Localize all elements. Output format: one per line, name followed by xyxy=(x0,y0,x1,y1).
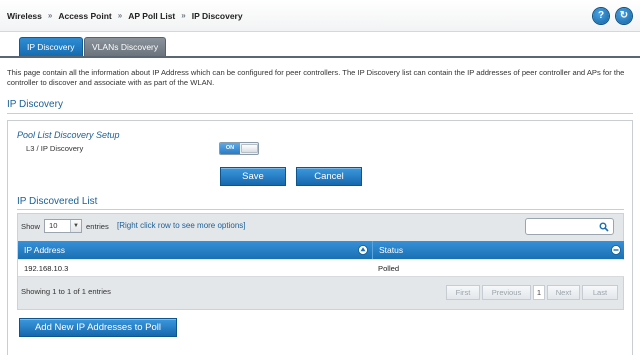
pagination-last-label: Last xyxy=(592,288,608,297)
breadcrumb-item-wireless[interactable]: Wireless xyxy=(7,11,42,21)
tab-bar: IP Discovery VLANs Discovery xyxy=(0,32,640,58)
pagination-next[interactable]: Next xyxy=(547,285,580,300)
table-info: Showing 1 to 1 of 1 entries xyxy=(21,287,111,296)
show-label: Show xyxy=(21,222,40,231)
pagination-previous[interactable]: Previous xyxy=(482,285,531,300)
tab-vlans-discovery[interactable]: VLANs Discovery xyxy=(84,37,167,56)
list-title: IP Discovered List xyxy=(17,196,98,207)
right-click-hint: [Right click row to see more options] xyxy=(117,221,246,230)
cell-status: Polled xyxy=(378,264,400,273)
sort-both-icon[interactable] xyxy=(611,245,621,255)
breadcrumb: Wireless » Access Point » AP Poll List » IP Di… xyxy=(7,10,243,21)
help-icon[interactable]: ? xyxy=(593,8,609,24)
l3-discovery-label: L3 / IP Discovery xyxy=(26,144,84,153)
setup-heading: Pool List Discovery Setup xyxy=(17,130,120,140)
sort-icon[interactable] xyxy=(358,245,368,255)
save-button[interactable]: Save xyxy=(220,167,286,186)
column-ip-address[interactable]: IP Address xyxy=(18,241,372,259)
tab-ip-discovery[interactable]: IP Discovery xyxy=(19,37,83,56)
logout-icon[interactable]: ↻ xyxy=(616,8,632,24)
chevron-down-icon: ▼ xyxy=(70,220,81,232)
pagination-first-label: First xyxy=(455,288,471,297)
breadcrumb-separator: » xyxy=(47,11,53,21)
column-status[interactable]: Status xyxy=(372,241,624,259)
breadcrumb-item-ap-poll-list[interactable]: AP Poll List xyxy=(128,11,175,21)
add-ip-address-button[interactable]: Add New IP Addresses to Poll xyxy=(19,318,177,337)
search-input[interactable] xyxy=(525,218,614,235)
search-icon xyxy=(599,222,609,232)
toggle-knob xyxy=(241,144,258,153)
pagination-previous-label: Previous xyxy=(491,288,522,297)
section-title: IP Discovery xyxy=(7,99,63,110)
cancel-button[interactable]: Cancel xyxy=(296,167,362,186)
toggle-on-label: ON xyxy=(220,143,240,154)
column-status-label: Status xyxy=(379,245,404,255)
pagination-next-label: Next xyxy=(555,288,572,297)
pagination-first[interactable]: First xyxy=(446,285,480,300)
pagination-page-label: 1 xyxy=(536,288,542,297)
cell-ip-address: 192.168.10.3 xyxy=(24,264,69,273)
breadcrumb-separator: » xyxy=(117,11,123,21)
column-ip-address-label: IP Address xyxy=(24,245,65,255)
top-header: Wireless » Access Point » AP Poll List » IP Di… xyxy=(0,0,640,32)
table-header: IP Address Status xyxy=(18,241,624,259)
entries-label: entries xyxy=(86,222,109,231)
pagination-page-current[interactable]: 1 xyxy=(533,285,545,300)
section-divider xyxy=(7,113,633,114)
l3-discovery-toggle[interactable]: ON xyxy=(219,142,259,155)
breadcrumb-separator: » xyxy=(181,11,186,21)
entries-select-value: 10 xyxy=(49,221,58,230)
list-divider xyxy=(17,209,624,210)
table-row[interactable]: 192.168.10.3 Polled xyxy=(18,260,624,277)
breadcrumb-item-access-point[interactable]: Access Point xyxy=(58,11,111,21)
page-description: This page contain all the information ab… xyxy=(7,68,625,87)
pagination-last[interactable]: Last xyxy=(582,285,618,300)
breadcrumb-item-ip-discovery: IP Discovery xyxy=(191,10,243,21)
entries-select[interactable]: 10 ▼ xyxy=(44,219,82,233)
